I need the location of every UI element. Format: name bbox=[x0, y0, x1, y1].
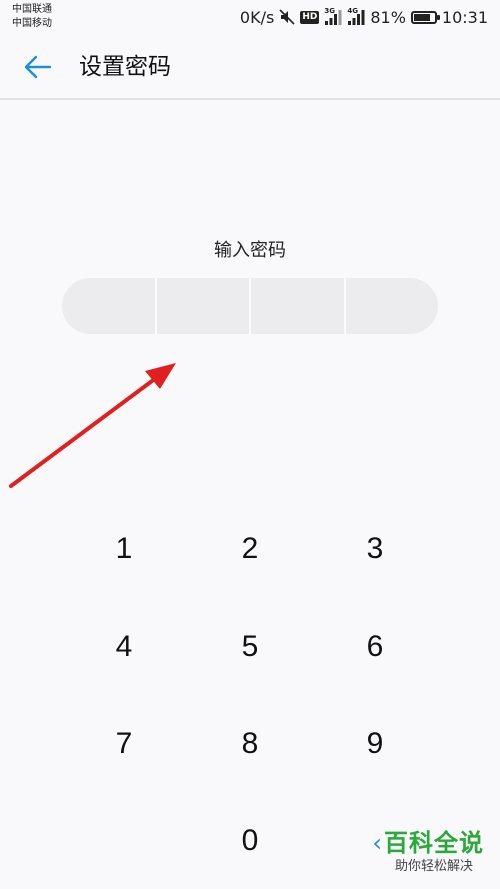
sim2-network-type: 4G bbox=[347, 7, 358, 15]
watermark-brand: 百科全说 bbox=[384, 829, 484, 857]
carrier-1-label: 中国联通 bbox=[12, 4, 52, 15]
signal-3g-icon: 3G bbox=[324, 7, 342, 26]
key-5[interactable]: 5 bbox=[190, 602, 310, 692]
screen: 中国联通 中国移动 0K/s HD 3G 4G 81% 10:31 设置密码 输… bbox=[0, 0, 500, 889]
status-bar: 中国联通 中国移动 0K/s HD 3G 4G 81% 10:31 bbox=[0, 0, 500, 36]
key-4[interactable]: 4 bbox=[64, 602, 184, 692]
pin-cell-3 bbox=[251, 278, 346, 334]
arrow-left-icon bbox=[24, 55, 52, 79]
net-speed: 0K/s bbox=[239, 7, 275, 27]
watermark-text: 百科全说 助你轻松解决 bbox=[384, 828, 484, 876]
clock: 10:31 bbox=[441, 7, 488, 27]
key-1[interactable]: 1 bbox=[64, 504, 184, 594]
key-7[interactable]: 7 bbox=[64, 699, 184, 789]
carrier-info: 中国联通 中国移动 bbox=[12, 3, 52, 31]
signal-4g-icon: 4G bbox=[347, 7, 365, 26]
key-6[interactable]: 6 bbox=[315, 602, 435, 692]
battery-fill bbox=[413, 13, 431, 21]
sim1-network-type: 3G bbox=[324, 7, 335, 15]
key-2[interactable]: 2 bbox=[190, 504, 310, 594]
status-indicators: 0K/s HD 3G 4G 81% 10:31 bbox=[240, 6, 488, 28]
battery-icon bbox=[410, 10, 440, 24]
page-title: 设置密码 bbox=[79, 54, 171, 80]
pin-cell-4 bbox=[346, 278, 439, 334]
mute-icon bbox=[279, 9, 295, 25]
key-3[interactable]: 3 bbox=[315, 504, 435, 594]
key-8[interactable]: 8 bbox=[190, 699, 310, 789]
title-bar: 设置密码 bbox=[0, 36, 500, 100]
pin-cell-1 bbox=[62, 278, 157, 334]
carrier-2-label: 中国移动 bbox=[12, 18, 52, 29]
watermark-logo: ‹ 百科全说 助你轻松解决 bbox=[372, 828, 484, 876]
pin-prompt: 输入密码 bbox=[214, 240, 286, 261]
pin-input[interactable] bbox=[62, 278, 438, 334]
key-0[interactable]: 0 bbox=[190, 796, 310, 886]
pin-cell-2 bbox=[157, 278, 251, 334]
back-button[interactable] bbox=[20, 52, 56, 82]
key-9[interactable]: 9 bbox=[315, 699, 435, 789]
watermark-slogan: 助你轻松解决 bbox=[394, 859, 473, 874]
chevron-left-icon: ‹ bbox=[372, 829, 382, 857]
hd-icon: HD bbox=[300, 10, 320, 24]
battery-percent: 81% bbox=[370, 7, 406, 27]
